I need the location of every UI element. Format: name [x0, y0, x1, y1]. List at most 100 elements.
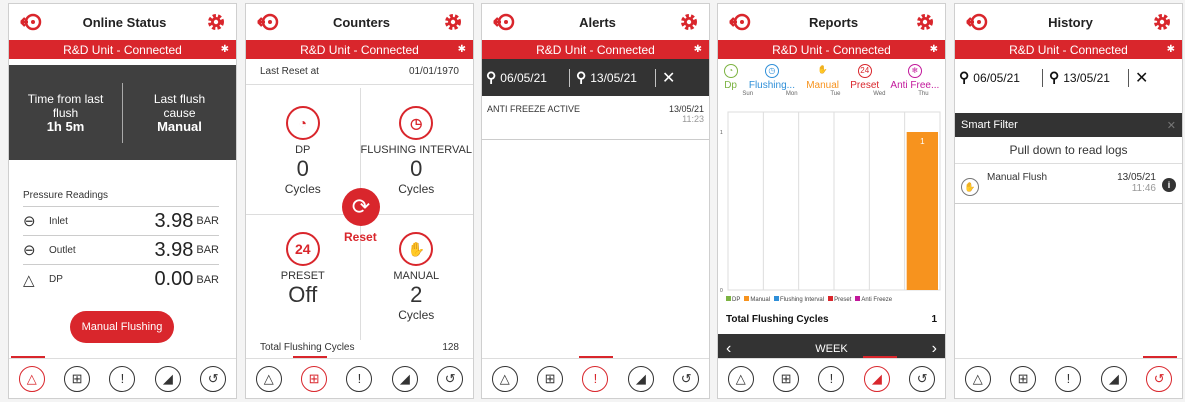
gear-icon[interactable] — [679, 12, 699, 32]
gauge-icon: ◔ — [285, 106, 320, 140]
alerts-tab-icon[interactable]: ! — [109, 365, 136, 392]
counters-tab-icon[interactable]: ⊞ — [1010, 365, 1037, 392]
y-tick-label: 0 — [720, 288, 723, 294]
history-tab-icon[interactable]: ↺ — [673, 365, 700, 392]
back-icon[interactable] — [256, 12, 280, 32]
reset-button[interactable]: ⟳ — [342, 188, 380, 226]
counter-unit: Cycles — [284, 182, 321, 196]
history-row[interactable]: ✋ Manual Flush 13/05/21 11:46 i — [955, 164, 1182, 204]
delta-icon: △ — [23, 271, 35, 289]
reading-outlet: ⊖ Outlet 3.98 BAR — [23, 236, 219, 265]
status-tab-icon[interactable]: △ — [727, 365, 754, 392]
last-reset-row: Last Reset at 01/01/1970 — [246, 59, 473, 85]
legend-label: Flushing Interval — [780, 297, 825, 303]
counter-value: Off — [288, 282, 318, 307]
close-icon[interactable]: ✕ — [1167, 119, 1176, 132]
connection-bar: R&D Unit - Connected ✱ — [482, 40, 709, 59]
date-to-value: 13/05/21 — [590, 70, 637, 85]
counters-tab-icon[interactable]: ⊞ — [773, 365, 800, 392]
date-to-field[interactable]: ⚲ 13/05/21 — [576, 69, 637, 86]
back-icon[interactable] — [965, 12, 989, 32]
bottom-nav: △ ⊞ ! ◢ ↺ — [482, 358, 709, 398]
history-timestamp: 13/05/21 11:46 — [1117, 172, 1156, 194]
manual-flushing-button[interactable]: Manual Flushing — [70, 311, 174, 343]
history-tab-icon[interactable]: ↺ — [200, 365, 227, 392]
date-from-field[interactable]: ⚲ 06/05/21 — [486, 69, 547, 86]
category-anti-freeze[interactable]: ❄ Anti Free... — [890, 64, 939, 91]
alert-time: 11:23 — [682, 114, 704, 124]
history-tab-icon[interactable]: ↺ — [1146, 365, 1173, 392]
connection-bar: R&D Unit - Connected ✱ — [246, 40, 473, 59]
status-tab-icon[interactable]: △ — [255, 365, 282, 392]
gear-icon[interactable] — [206, 12, 226, 32]
back-icon[interactable] — [492, 12, 516, 32]
status-tab-icon[interactable]: △ — [18, 365, 45, 392]
reading-unit: BAR — [196, 273, 219, 286]
period-label: WEEK — [815, 342, 848, 355]
alerts-tab-icon[interactable]: ! — [1055, 365, 1082, 392]
legend-label: Manual — [750, 297, 771, 303]
preset-24-icon: 24 — [285, 232, 320, 266]
divider — [568, 68, 570, 87]
date-filter-bar: ⚲ 06/05/21 ⚲ 13/05/21 ✕ — [955, 59, 1182, 96]
alerts-tab-icon[interactable]: ! — [818, 365, 845, 392]
connection-status: R&D Unit - Connected — [63, 42, 182, 57]
chevron-left-icon[interactable]: ‹ — [726, 340, 731, 358]
date-from-field[interactable]: ⚲ 06/05/21 — [959, 69, 1020, 86]
category-preset[interactable]: 24 Preset — [850, 64, 879, 91]
counters-tab-icon[interactable]: ⊞ — [64, 365, 91, 392]
alerts-tab-icon[interactable]: ! — [582, 365, 609, 392]
close-icon[interactable]: ✕ — [662, 68, 675, 88]
history-tab-icon[interactable]: ↺ — [437, 365, 464, 392]
reports-tab-icon[interactable]: ◢ — [391, 365, 418, 392]
category-flushing[interactable]: ◷ Flushing... — [749, 64, 795, 91]
total-value: 1 — [931, 314, 937, 325]
connection-status: R&D Unit - Connected — [536, 42, 655, 57]
category-dp[interactable]: ◔ Dp — [723, 64, 738, 91]
category-label: Preset — [850, 80, 880, 91]
status-tab-icon[interactable]: △ — [964, 365, 991, 392]
hand-icon: ✋ — [961, 178, 979, 196]
divider — [1127, 68, 1129, 87]
category-manual[interactable]: ✋ Manual — [806, 64, 839, 91]
legend-label: DP — [732, 297, 741, 303]
counter-preset: 24 PRESET Off — [246, 214, 360, 340]
day-label: Sun — [742, 91, 754, 97]
day-label: Wed — [873, 91, 886, 97]
last-flush-cause-label: Last flush cause — [153, 91, 206, 120]
bluetooth-icon: ✱ — [1166, 44, 1175, 55]
alert-row[interactable]: ANTI FREEZE ACTIVE 13/05/21 11:23 — [482, 96, 709, 140]
category-label: Flushing... — [748, 80, 795, 91]
chevron-right-icon[interactable]: › — [932, 340, 937, 358]
date-to-field[interactable]: ⚲ 13/05/21 — [1049, 69, 1110, 86]
reports-tab-icon[interactable]: ◢ — [1100, 365, 1127, 392]
pressure-readings-title: Pressure Readings — [23, 190, 219, 207]
close-icon[interactable]: ✕ — [1135, 68, 1148, 88]
counter-name: MANUAL — [393, 270, 440, 282]
reports-tab-icon[interactable]: ◢ — [627, 365, 654, 392]
divider — [654, 68, 656, 87]
reports-tab-icon[interactable]: ◢ — [863, 365, 890, 392]
legend-item: Flushing Interval — [774, 296, 824, 303]
alerts-tab-icon[interactable]: ! — [346, 365, 373, 392]
back-icon[interactable] — [19, 12, 43, 32]
reports-tab-icon[interactable]: ◢ — [154, 365, 181, 392]
back-icon[interactable] — [728, 12, 752, 32]
gear-icon[interactable] — [915, 12, 935, 32]
history-tab-icon[interactable]: ↺ — [909, 365, 936, 392]
status-tab-icon[interactable]: △ — [491, 365, 518, 392]
counter-name: DP — [295, 144, 311, 156]
info-icon[interactable]: i — [1162, 178, 1176, 192]
connection-bar: R&D Unit - Connected ✱ — [9, 40, 236, 59]
smart-filter-bar[interactable]: Smart Filter ✕ — [955, 113, 1182, 137]
alert-timestamp: 13/05/21 11:23 — [669, 104, 704, 131]
bluetooth-icon: ✱ — [693, 44, 702, 55]
gear-icon[interactable] — [1152, 12, 1172, 32]
outlet-icon: ⊖ — [23, 242, 36, 259]
gear-icon[interactable] — [443, 12, 463, 32]
counters-tab-icon[interactable]: ⊞ — [301, 365, 328, 392]
counters-tab-icon[interactable]: ⊞ — [537, 365, 564, 392]
reading-value: 3.98 — [154, 238, 194, 261]
header: Reports — [718, 4, 945, 40]
last-reset-value: 01/01/1970 — [408, 66, 459, 77]
